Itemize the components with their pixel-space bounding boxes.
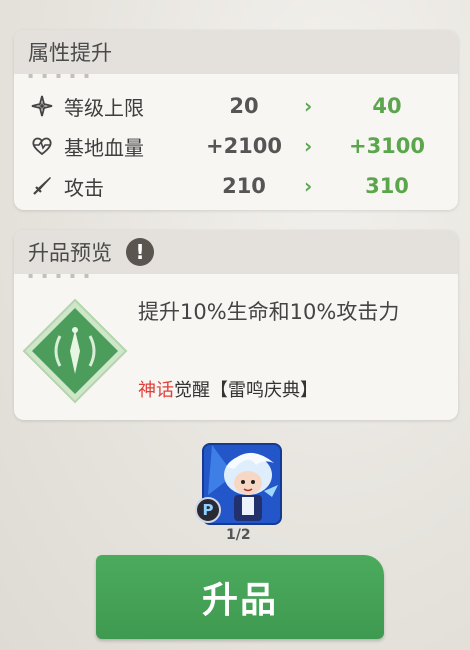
stat-new-value: +3100	[348, 134, 426, 158]
awaken-myth-label: 神话	[138, 380, 174, 401]
skill-diamond-icon	[22, 298, 128, 404]
stat-row-attack: 攻击 210 › 310	[14, 168, 458, 204]
attribute-card: 属性提升 ▪ ▪ ▪ ▪ ▪ 等级上限 20 › 40 基地血量 +2100 ›…	[14, 30, 458, 210]
stat-row-base-hp: 基地血量 +2100 › +3100	[14, 128, 458, 164]
stat-label: 基地血量	[64, 135, 144, 160]
awaken-text: 神话觉醒【雷鸣庆典】	[138, 376, 318, 402]
upgrade-panel: 属性提升 ▪ ▪ ▪ ▪ ▪ 等级上限 20 › 40 基地血量 +2100 ›…	[0, 0, 470, 650]
exclamation-icon[interactable]: !	[126, 238, 154, 266]
stat-label: 攻击	[64, 175, 104, 200]
p-badge-icon: P	[195, 497, 221, 523]
attribute-card-title: 属性提升	[28, 41, 112, 65]
sword-icon	[33, 177, 51, 195]
stat-row-level-cap: 等级上限 20 › 40	[14, 88, 458, 124]
stat-label: 等级上限	[64, 95, 144, 120]
stat-old-value: 210	[222, 174, 266, 198]
stat-new-value: 310	[365, 174, 409, 198]
stat-old-value: 20	[229, 94, 259, 118]
material-count: 1/2	[226, 527, 251, 543]
preview-card-title: 升品预览	[28, 241, 112, 265]
star-sparkle-icon	[31, 95, 53, 117]
attribute-card-header: 属性提升 ▪ ▪ ▪ ▪ ▪	[14, 30, 458, 80]
header-divider-dots: ▪ ▪ ▪ ▪ ▪	[28, 71, 93, 80]
stat-old-value: +2100	[205, 134, 283, 158]
chevron-right-icon: ›	[304, 174, 313, 198]
header-divider-dots: ▪ ▪ ▪ ▪ ▪	[28, 271, 93, 280]
awaken-name: 觉醒【雷鸣庆典】	[174, 380, 318, 401]
upgrade-button[interactable]: 升品	[96, 555, 384, 639]
heart-icon	[32, 137, 52, 156]
preview-card-header: 升品预览 ! ▪ ▪ ▪ ▪ ▪	[14, 230, 458, 280]
preview-description: 提升10%生命和10%攻击力	[138, 300, 400, 324]
chevron-right-icon: ›	[304, 94, 313, 118]
preview-card: 升品预览 ! ▪ ▪ ▪ ▪ ▪ 提升10%生命和10%攻击力 神话觉醒【雷鸣庆…	[14, 230, 458, 420]
chevron-right-icon: ›	[304, 134, 313, 158]
stat-new-value: 40	[372, 94, 402, 118]
